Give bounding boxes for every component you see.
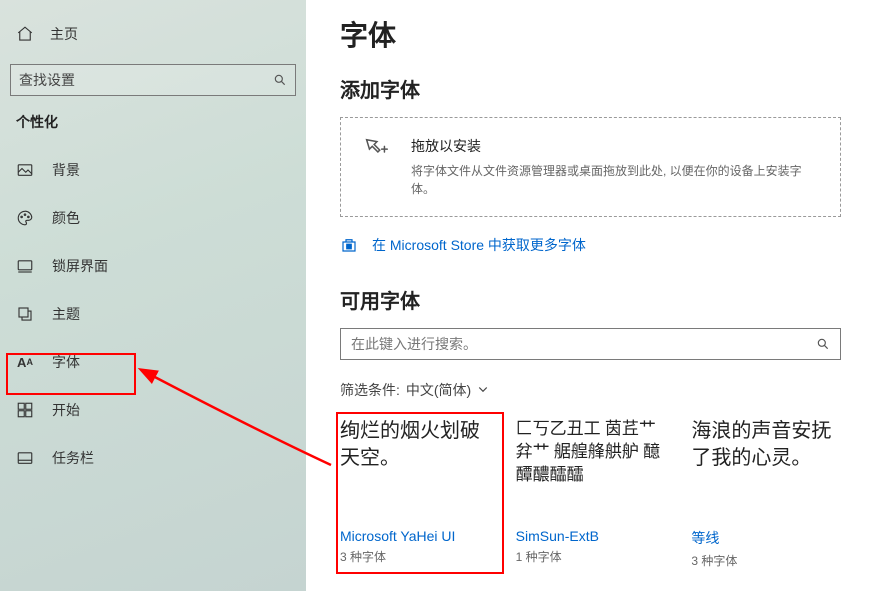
home-icon xyxy=(16,25,34,43)
drop-zone-title: 拖放以安装 xyxy=(411,136,820,156)
font-name: Microsoft YaHei UI xyxy=(340,528,490,544)
sidebar-item-label: 主题 xyxy=(52,304,80,324)
sidebar-item-colors[interactable]: 颜色 xyxy=(0,194,306,242)
drag-drop-icon xyxy=(361,136,391,166)
main-panel: 字体 添加字体 拖放以安装 将字体文件从文件资源管理器或桌面拖放到此处, 以便在… xyxy=(306,0,875,591)
font-drop-zone[interactable]: 拖放以安装 将字体文件从文件资源管理器或桌面拖放到此处, 以便在你的设备上安装字… xyxy=(340,117,841,217)
font-preview: 绚烂的烟火划破天空。 xyxy=(340,418,490,526)
available-fonts-heading: 可用字体 xyxy=(340,285,841,314)
sidebar-item-label: 字体 xyxy=(52,352,80,372)
add-fonts-heading: 添加字体 xyxy=(340,74,841,103)
font-count: 3 种字体 xyxy=(691,552,841,569)
font-preview: 匚丂乙丑工 茵茊艹弅艹 艍艎艂舼舮 醷醰醲醽醽 xyxy=(516,418,666,526)
sidebar-section-title: 个性化 xyxy=(0,112,306,146)
fonts-icon: AA xyxy=(16,353,34,371)
store-link[interactable]: 在 Microsoft Store 中获取更多字体 xyxy=(340,235,841,255)
sidebar-item-label: 开始 xyxy=(52,400,80,420)
filter-value: 中文(简体) xyxy=(406,380,471,400)
themes-icon xyxy=(16,305,34,323)
font-search-input[interactable] xyxy=(351,336,816,352)
font-search[interactable] xyxy=(340,328,841,360)
sidebar-item-start[interactable]: 开始 xyxy=(0,386,306,434)
font-card[interactable]: 匚丂乙丑工 茵茊艹弅艹 艍艎艂舼舮 醷醰醲醽醽 SimSun-ExtB 1 种字… xyxy=(516,418,666,569)
sidebar-item-themes[interactable]: 主题 xyxy=(0,290,306,338)
sidebar-item-label: 任务栏 xyxy=(52,448,94,468)
font-preview: 海浪的声音安抚了我的心灵。 xyxy=(691,418,841,526)
sidebar-item-label: 颜色 xyxy=(52,208,80,228)
sidebar: 主页 个性化 背景 颜色 锁屏界面 主题 AA 字体 xyxy=(0,0,306,591)
image-icon xyxy=(16,161,34,179)
font-grid: 绚烂的烟火划破天空。 Microsoft YaHei UI 3 种字体 匚丂乙丑… xyxy=(340,418,841,569)
sidebar-home[interactable]: 主页 xyxy=(0,18,306,50)
lockscreen-icon xyxy=(16,257,34,275)
settings-search-input[interactable] xyxy=(19,72,273,88)
font-count: 3 种字体 xyxy=(340,548,490,565)
chevron-down-icon xyxy=(477,382,489,398)
sidebar-item-label: 锁屏界面 xyxy=(52,256,108,276)
search-icon xyxy=(816,337,830,351)
sidebar-item-label: 背景 xyxy=(52,160,80,180)
font-card[interactable]: 绚烂的烟火划破天空。 Microsoft YaHei UI 3 种字体 xyxy=(340,418,490,569)
page-title: 字体 xyxy=(340,14,841,54)
filter-label: 筛选条件: xyxy=(340,380,400,400)
sidebar-item-fonts[interactable]: AA 字体 xyxy=(0,338,306,386)
start-icon xyxy=(16,401,34,419)
taskbar-icon xyxy=(16,449,34,467)
sidebar-item-background[interactable]: 背景 xyxy=(0,146,306,194)
font-name: 等线 xyxy=(691,528,841,548)
search-icon xyxy=(273,73,287,87)
store-link-label: 在 Microsoft Store 中获取更多字体 xyxy=(372,235,586,255)
drop-zone-text: 拖放以安装 将字体文件从文件资源管理器或桌面拖放到此处, 以便在你的设备上安装字… xyxy=(411,136,820,198)
store-icon xyxy=(340,236,358,254)
sidebar-home-label: 主页 xyxy=(50,24,78,44)
drop-zone-desc: 将字体文件从文件资源管理器或桌面拖放到此处, 以便在你的设备上安装字体。 xyxy=(411,162,820,198)
palette-icon xyxy=(16,209,34,227)
font-name: SimSun-ExtB xyxy=(516,528,666,544)
sidebar-item-taskbar[interactable]: 任务栏 xyxy=(0,434,306,482)
filter-row[interactable]: 筛选条件: 中文(简体) xyxy=(340,380,841,400)
settings-search[interactable] xyxy=(10,64,296,96)
sidebar-item-lockscreen[interactable]: 锁屏界面 xyxy=(0,242,306,290)
font-count: 1 种字体 xyxy=(516,548,666,565)
font-card[interactable]: 海浪的声音安抚了我的心灵。 等线 3 种字体 xyxy=(691,418,841,569)
